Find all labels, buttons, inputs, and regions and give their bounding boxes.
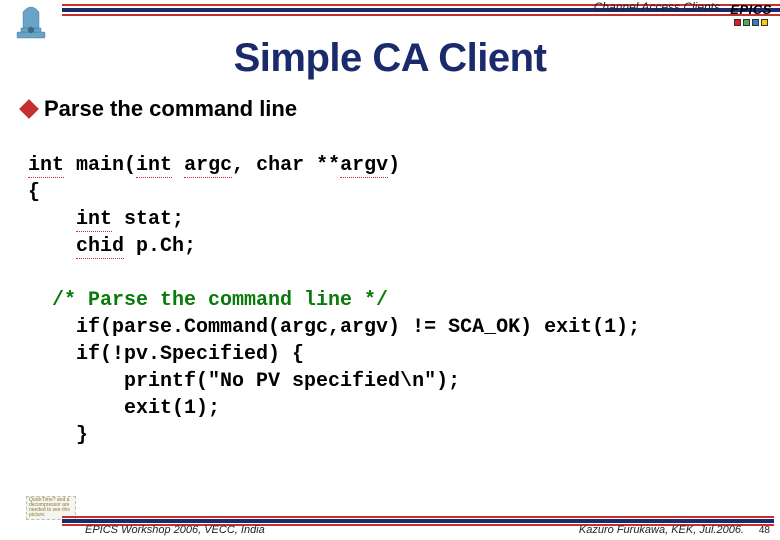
epics-color-blocks-icon: [726, 19, 776, 26]
footer-rule: [62, 516, 774, 518]
code-text: [28, 208, 76, 231]
epics-logo: EPICS: [726, 2, 776, 26]
code-text: ): [388, 154, 400, 177]
code-kw: chid: [76, 235, 124, 259]
code-text: [172, 154, 184, 177]
code-text: stat;: [112, 208, 184, 231]
code-text: , char **: [232, 154, 340, 177]
slide-footer: EPICS Workshop 2006, VECC, India Kazuro …: [0, 514, 780, 540]
code-text: if(!pv.Specified) {: [28, 343, 304, 366]
code-blank: [28, 262, 40, 285]
slide-title: Simple CA Client: [0, 36, 780, 81]
diamond-bullet-icon: [19, 99, 39, 119]
footer-page-number: 48: [759, 525, 770, 536]
code-id: argv: [340, 154, 388, 178]
epics-block: [734, 19, 741, 26]
epics-block: [761, 19, 768, 26]
code-id: argc: [184, 154, 232, 178]
footer-right: Kazuro Furukawa, KEK, Jul.2006.: [579, 524, 744, 536]
code-text: [28, 235, 76, 258]
code-text: printf("No PV specified\n");: [28, 370, 460, 393]
code-text: main(: [64, 154, 136, 177]
code-comment: /* Parse the command line */: [28, 289, 388, 312]
footer-left: EPICS Workshop 2006, VECC, India: [85, 524, 265, 536]
bullet-row: Parse the command line: [22, 96, 297, 122]
code-kw: int: [28, 154, 64, 178]
code-kw: int: [76, 208, 112, 232]
code-block: int main(int argc, char **argv) { int st…: [28, 152, 760, 449]
bullet-text: Parse the command line: [44, 96, 297, 122]
epics-block: [752, 19, 759, 26]
code-kw: int: [136, 154, 172, 178]
code-text: }: [28, 424, 88, 447]
footer-rule: [62, 519, 774, 523]
code-text: {: [28, 181, 40, 204]
epics-logo-text: EPICS: [726, 2, 776, 17]
epics-block: [743, 19, 750, 26]
code-text: if(parse.Command(argc,argv) != SCA_OK) e…: [28, 316, 640, 339]
code-text: p.Ch;: [124, 235, 196, 258]
code-text: exit(1);: [28, 397, 220, 420]
header-caption: Channel Access Clients: [592, 0, 722, 14]
